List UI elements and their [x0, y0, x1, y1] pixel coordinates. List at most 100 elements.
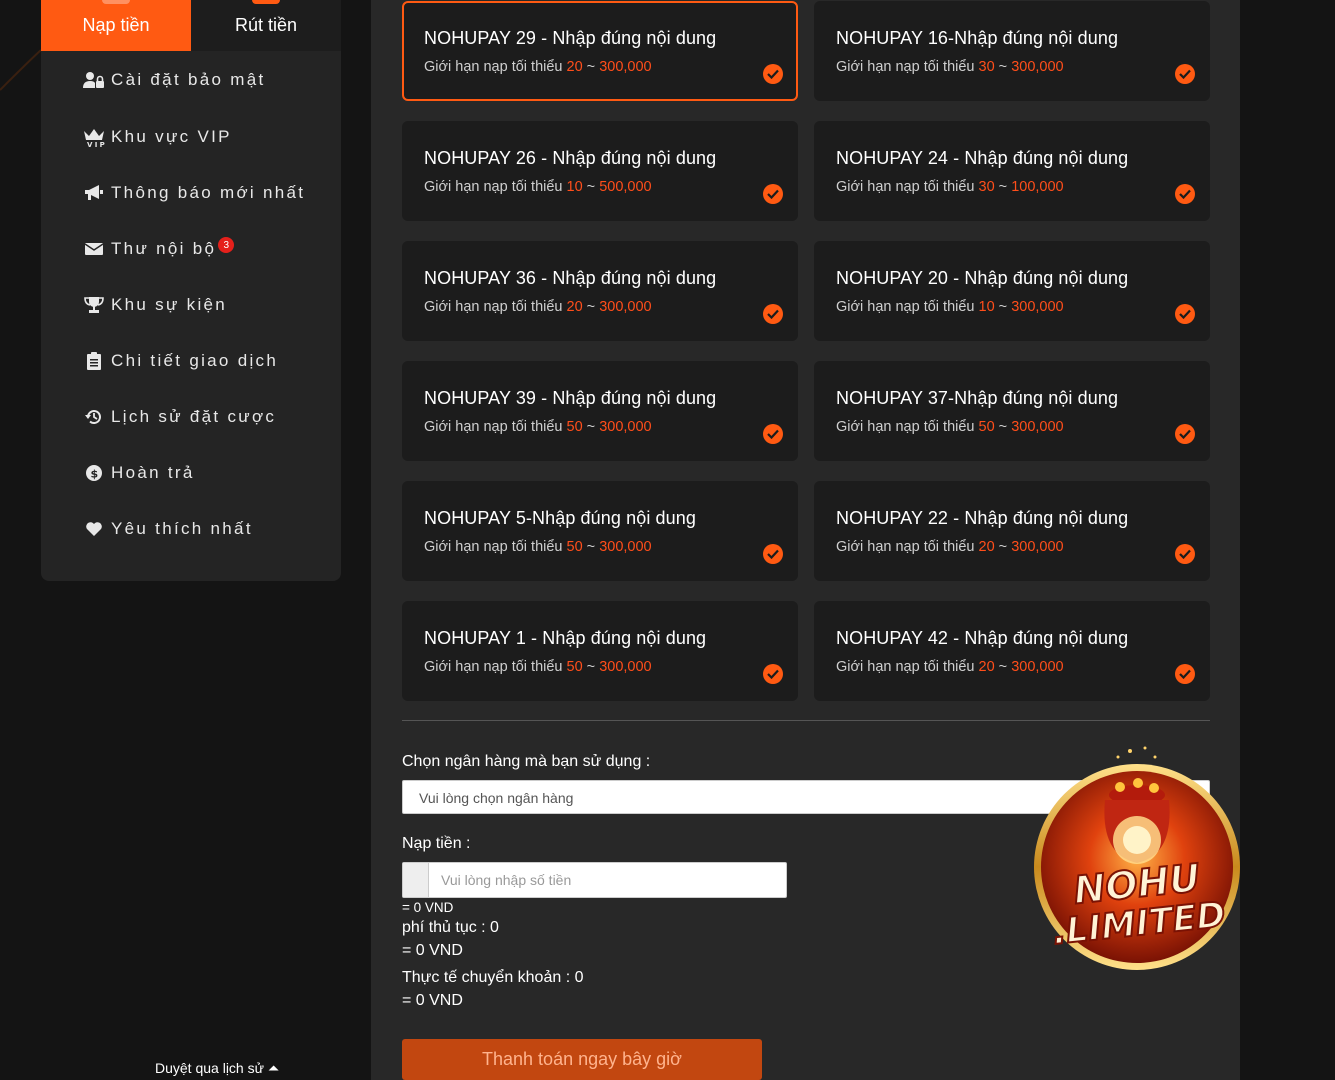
limit-prefix: Giới hạn nạp tối thiểu	[424, 539, 567, 555]
tab-deposit[interactable]: Nạp tiền	[41, 0, 191, 51]
limit-min: 20	[566, 299, 583, 315]
limit-max: 500,000	[599, 179, 652, 195]
limit-separator: ~	[994, 59, 1012, 75]
limit-min: 30	[978, 179, 995, 195]
payment-channel-card[interactable]: NOHUPAY 26 - Nhập đúng nội dung Giới hạn …	[402, 121, 798, 221]
channel-title: NOHUPAY 20 - Nhập đúng nội dung	[836, 268, 1129, 288]
channel-title: NOHUPAY 36 - Nhập đúng nội dung	[424, 268, 717, 288]
sidebar-item-notifications[interactable]: Thông báo mới nhất	[41, 165, 341, 221]
limit-prefix: Giới hạn nạp tối thiểu	[836, 179, 979, 195]
sidebar-item-vip[interactable]: VIP Khu vực VIP	[41, 109, 341, 165]
limit-prefix: Giới hạn nạp tối thiểu	[836, 419, 979, 435]
limit-min: 20	[978, 659, 995, 675]
sidebar-item-label: Thông báo mới nhất	[111, 183, 306, 202]
check-icon	[763, 184, 783, 204]
check-icon	[1175, 544, 1195, 564]
history-icon	[83, 407, 105, 427]
limit-separator: ~	[994, 179, 1012, 195]
payment-channel-card[interactable]: NOHUPAY 16-Nhập đúng nội dung Giới hạn nạ…	[814, 1, 1210, 101]
amount-input-group	[402, 862, 787, 898]
channel-limit: Giới hạn nạp tối thiểu 50 ~ 300,000	[836, 419, 1210, 435]
limit-separator: ~	[994, 419, 1012, 435]
check-icon	[763, 304, 783, 324]
browse-history-link[interactable]: Duyệt qua lịch sử ⏶	[155, 1060, 279, 1077]
limit-prefix: Giới hạn nạp tối thiểu	[424, 659, 567, 675]
channel-limit: Giới hạn nạp tối thiểu 10 ~ 300,000	[836, 299, 1210, 315]
channel-limit: Giới hạn nạp tối thiểu 20 ~ 300,000	[836, 659, 1210, 675]
svg-text:VIP: VIP	[87, 141, 105, 147]
payment-channel-card[interactable]: NOHUPAY 20 - Nhập đúng nội dung Giới hạn …	[814, 241, 1210, 341]
amount-label: Nạp tiền :	[402, 835, 471, 852]
limit-separator: ~	[582, 299, 600, 315]
limit-separator: ~	[994, 539, 1012, 555]
sidebar-item-transactions[interactable]: Chi tiết giao dịch	[41, 333, 341, 389]
limit-max: 300,000	[1011, 299, 1064, 315]
tab-withdraw[interactable]: Rút tiền	[191, 0, 341, 51]
sidebar-item-events[interactable]: Khu sự kiện	[41, 277, 341, 333]
check-icon	[1175, 64, 1195, 84]
limit-separator: ~	[582, 659, 600, 675]
channel-title: NOHUPAY 5-Nhập đúng nội dung	[424, 508, 696, 528]
megaphone-icon	[83, 183, 105, 203]
deposit-withdraw-tabs: Nạp tiền Rút tiền	[41, 0, 341, 51]
limit-prefix: Giới hạn nạp tối thiểu	[424, 59, 567, 75]
sidebar-item-security[interactable]: Cài đặt bảo mật	[41, 51, 341, 109]
payment-channel-card[interactable]: NOHUPAY 24 - Nhập đúng nội dung Giới hạn …	[814, 121, 1210, 221]
channel-limit: Giới hạn nạp tối thiểu 20 ~ 300,000	[424, 59, 796, 75]
limit-min: 20	[566, 59, 583, 75]
payment-channel-card[interactable]: NOHUPAY 39 - Nhập đúng nội dung Giới hạn …	[402, 361, 798, 461]
svg-text:$: $	[91, 468, 101, 481]
channel-title: NOHUPAY 26 - Nhập đúng nội dung	[424, 148, 717, 168]
payment-channel-card[interactable]: NOHUPAY 22 - Nhập đúng nội dung Giới hạn …	[814, 481, 1210, 581]
sidebar-item-label: Cài đặt bảo mật	[111, 70, 266, 89]
limit-max: 300,000	[1011, 419, 1064, 435]
limit-min: 10	[978, 299, 995, 315]
limit-prefix: Giới hạn nạp tối thiểu	[836, 299, 979, 315]
limit-max: 300,000	[599, 539, 652, 555]
tab-notch	[252, 0, 280, 4]
payment-channel-grid: NOHUPAY 29 - Nhập đúng nội dung Giới hạn …	[402, 1, 1210, 701]
limit-separator: ~	[582, 179, 600, 195]
limit-max: 300,000	[599, 419, 652, 435]
limit-prefix: Giới hạn nạp tối thiểu	[424, 419, 567, 435]
channel-title: NOHUPAY 22 - Nhập đúng nội dung	[836, 508, 1129, 528]
payment-channel-card[interactable]: NOHUPAY 5-Nhập đúng nội dung Giới hạn nạp…	[402, 481, 798, 581]
limit-separator: ~	[582, 59, 600, 75]
channel-limit: Giới hạn nạp tối thiểu 50 ~ 300,000	[424, 659, 798, 675]
payment-channel-card[interactable]: NOHUPAY 1 - Nhập đúng nội dung Giới hạn n…	[402, 601, 798, 701]
channel-limit: Giới hạn nạp tối thiểu 10 ~ 500,000	[424, 179, 798, 195]
sidebar-item-rebate[interactable]: $ Hoàn trả	[41, 445, 341, 501]
check-icon	[763, 64, 783, 84]
limit-min: 50	[566, 659, 583, 675]
payment-channel-card[interactable]: NOHUPAY 36 - Nhập đúng nội dung Giới hạn …	[402, 241, 798, 341]
channel-limit: Giới hạn nạp tối thiểu 30 ~ 100,000	[836, 179, 1210, 195]
tab-deposit-label: Nạp tiền	[82, 15, 150, 35]
check-icon	[1175, 664, 1195, 684]
sidebar-item-label: Khu vực VIP	[111, 127, 232, 146]
payment-channel-card[interactable]: NOHUPAY 37-Nhập đúng nội dung Giới hạn nạ…	[814, 361, 1210, 461]
limit-separator: ~	[582, 539, 600, 555]
payment-channel-card[interactable]: NOHUPAY 29 - Nhập đúng nội dung Giới hạn …	[402, 1, 798, 101]
sidebar-item-label: Yêu thích nhất	[111, 519, 253, 538]
limit-max: 300,000	[1011, 659, 1064, 675]
actual-transfer-vnd-value: = 0 VND	[402, 992, 463, 1009]
limit-prefix: Giới hạn nạp tối thiểu	[424, 179, 567, 195]
payment-channel-card[interactable]: NOHUPAY 42 - Nhập đúng nội dung Giới hạn …	[814, 601, 1210, 701]
check-icon	[763, 544, 783, 564]
sidebar-item-bet-history[interactable]: Lịch sử đặt cược	[41, 389, 341, 445]
channel-limit: Giới hạn nạp tối thiểu 30 ~ 300,000	[836, 59, 1210, 75]
channel-title: NOHUPAY 29 - Nhập đúng nội dung	[424, 28, 717, 48]
amount-addon	[403, 863, 429, 897]
channel-limit: Giới hạn nạp tối thiểu 50 ~ 300,000	[424, 539, 798, 555]
sidebar-item-favorites[interactable]: Yêu thích nhất	[41, 501, 341, 557]
amount-input[interactable]	[429, 863, 786, 897]
limit-min: 50	[566, 419, 583, 435]
pay-now-button[interactable]: Thanh toán ngay bây giờ	[402, 1039, 762, 1080]
clipboard-icon	[83, 351, 105, 371]
limit-max: 300,000	[1011, 539, 1064, 555]
limit-prefix: Giới hạn nạp tối thiểu	[836, 659, 979, 675]
sidebar-item-inbox[interactable]: Thư nội bộ 3	[41, 221, 341, 277]
actual-transfer-label: Thực tế chuyển khoản : 0	[402, 969, 584, 986]
check-icon	[1175, 304, 1195, 324]
sidebar-item-label: Hoàn trả	[111, 463, 195, 482]
